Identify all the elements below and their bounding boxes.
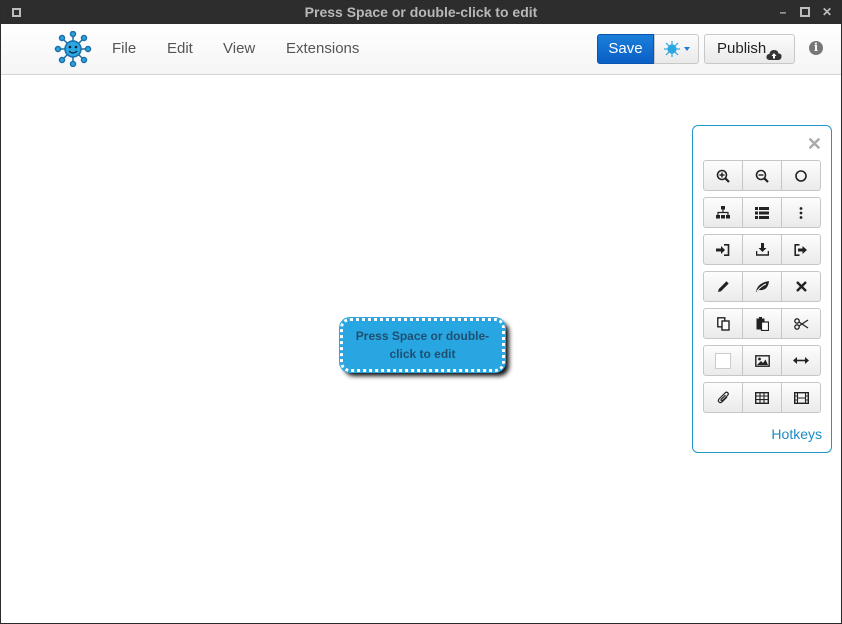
tool-row-io <box>703 234 821 265</box>
cloud-upload-icon <box>766 43 782 71</box>
menu-extensions[interactable]: Extensions <box>286 40 359 57</box>
zoom-out-icon[interactable] <box>742 160 782 191</box>
hotkeys-link[interactable]: Hotkeys <box>771 426 822 442</box>
tool-row-edit <box>703 271 821 302</box>
color-swatch-icon[interactable] <box>703 345 743 376</box>
close-window-icon[interactable]: ✕ <box>820 4 834 20</box>
zoom-in-icon[interactable] <box>703 160 743 191</box>
app-logo-icon <box>54 30 92 68</box>
sign-out-icon[interactable] <box>781 234 821 265</box>
app-window: Press Space or double-click to edit – ✕ <box>0 0 842 624</box>
publish-label: Publish <box>717 40 767 57</box>
image-icon[interactable] <box>742 345 782 376</box>
tool-row-insert <box>703 345 821 376</box>
tool-row-zoom <box>703 160 821 191</box>
theme-dropdown-icon <box>664 41 690 57</box>
tool-panel: ✕ Hotkeys <box>692 125 832 453</box>
table-icon[interactable] <box>742 382 782 413</box>
tool-row-attach <box>703 382 821 413</box>
hierarchy-icon[interactable] <box>703 197 743 228</box>
menu-file[interactable]: File <box>112 40 136 57</box>
window-title: Press Space or double-click to edit <box>304 4 538 20</box>
film-icon[interactable] <box>781 382 821 413</box>
minimize-icon[interactable]: – <box>776 4 790 20</box>
theme-dropdown-button[interactable] <box>654 34 699 64</box>
cut-icon[interactable] <box>781 308 821 339</box>
list-icon[interactable] <box>742 197 782 228</box>
download-icon[interactable] <box>742 234 782 265</box>
pencil-icon[interactable] <box>703 271 743 302</box>
menu-edit[interactable]: Edit <box>167 40 193 57</box>
menu-view[interactable]: View <box>223 40 255 57</box>
root-node[interactable]: Press Space or double-click to edit <box>339 317 506 373</box>
save-button[interactable]: Save <box>597 34 654 64</box>
delete-icon[interactable] <box>781 271 821 302</box>
copy-icon[interactable] <box>703 308 743 339</box>
info-icon[interactable]: i <box>809 41 823 55</box>
app-toolbar: File Edit View Extensions Save Publish i <box>1 24 841 75</box>
tool-row-clipboard <box>703 308 821 339</box>
close-panel-icon[interactable]: ✕ <box>807 135 822 153</box>
title-bar: Press Space or double-click to edit – ✕ <box>1 1 841 24</box>
horizontal-arrows-icon[interactable] <box>781 345 821 376</box>
more-vertical-icon[interactable] <box>781 197 821 228</box>
publish-button[interactable]: Publish <box>704 34 795 64</box>
leaf-icon[interactable] <box>742 271 782 302</box>
tool-row-layout <box>703 197 821 228</box>
paperclip-icon[interactable] <box>703 382 743 413</box>
paste-icon[interactable] <box>742 308 782 339</box>
circle-icon[interactable] <box>781 160 821 191</box>
maximize-icon[interactable] <box>798 4 812 20</box>
sign-in-icon[interactable] <box>703 234 743 265</box>
